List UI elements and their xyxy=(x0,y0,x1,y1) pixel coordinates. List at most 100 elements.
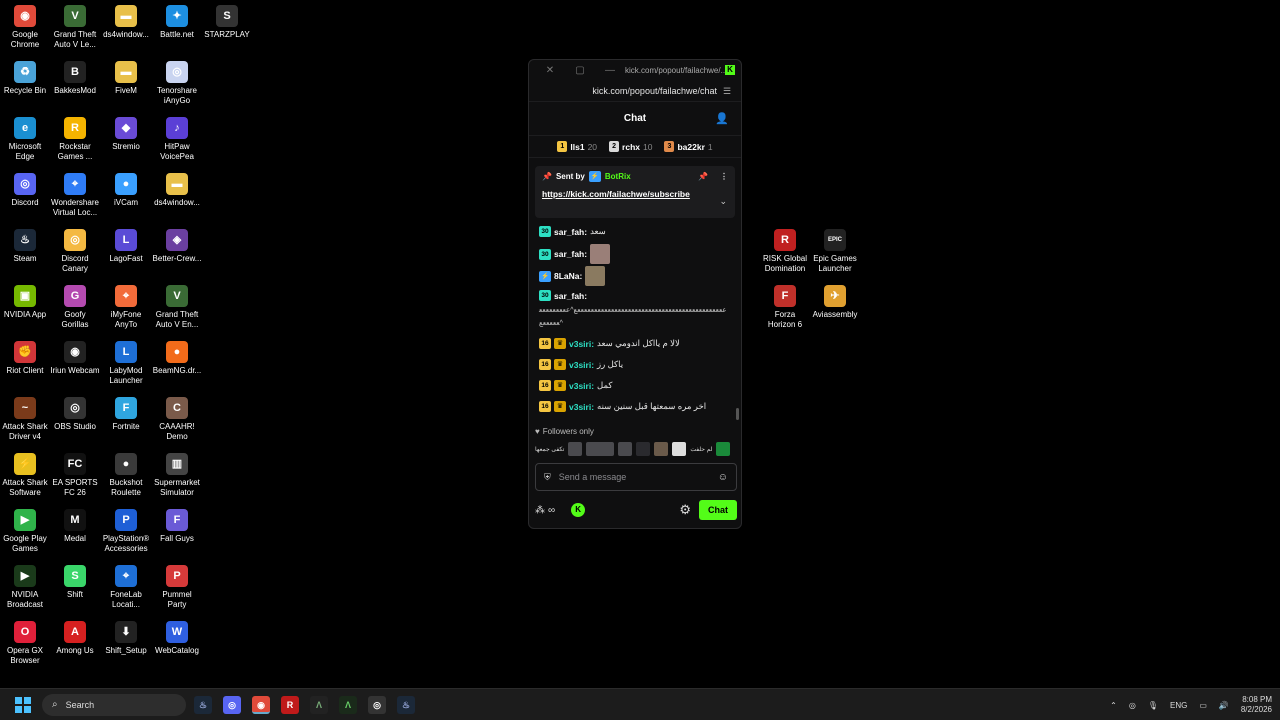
gear-icon[interactable]: ⚙ xyxy=(679,502,691,518)
nvidia-broadcast-icon[interactable]: Λ xyxy=(339,695,357,714)
username[interactable]: sar_fah: xyxy=(554,291,587,301)
desktop-icon[interactable]: S Shift xyxy=(50,565,100,600)
kick-extension-icon[interactable]: K xyxy=(571,503,586,517)
desktop-icon[interactable]: ⚡ Attack Shark Software xyxy=(0,453,50,498)
desktop-icon[interactable]: S STARZPLAY xyxy=(202,5,252,40)
pinned-sender[interactable]: BotRix xyxy=(605,172,631,181)
username[interactable]: v3siri: xyxy=(569,360,594,370)
steam-icon[interactable]: ♨ xyxy=(397,695,415,714)
desktop-icon[interactable]: F Fortnite xyxy=(101,397,151,432)
desktop-icon[interactable]: ✊ Riot Client xyxy=(0,341,50,376)
desktop-icon[interactable]: ✈ Aviassembly xyxy=(810,285,860,320)
chat-message[interactable]: 16 ♛ v3siri: لالا م يااكل اندومي سعد xyxy=(539,338,680,349)
emote-image[interactable] xyxy=(636,442,651,456)
desktop-icon[interactable]: ● Buckshot Roulette xyxy=(101,453,151,498)
desktop-icon[interactable]: ▬ ds4window... xyxy=(152,173,202,208)
desktop-icon[interactable]: F Fall Guys xyxy=(152,509,202,544)
desktop-icon[interactable]: ⌖ FoneLab Locati... xyxy=(101,565,151,610)
steam-icon[interactable]: ♨ xyxy=(194,695,212,714)
username[interactable]: 8LaNa: xyxy=(554,271,582,281)
desktop-icon[interactable]: R RISK Global Domination xyxy=(760,229,810,274)
desktop-icon[interactable]: ▬ FiveM xyxy=(101,61,151,96)
chat-message[interactable]: 30 sar_fah: سعد xyxy=(539,226,606,237)
leaderboard-entry[interactable]: 2 rchx 10 xyxy=(609,141,652,152)
desktop-icon[interactable]: P PlayStation® Accessories xyxy=(101,509,151,554)
desktop-icon[interactable]: ~ Attack Shark Driver v4 xyxy=(0,397,50,442)
emote-image[interactable] xyxy=(568,442,583,456)
desktop-icon[interactable]: ◎ OBS Studio xyxy=(50,397,100,432)
desktop-icon[interactable]: W WebCatalog xyxy=(152,621,202,656)
taskbar-search[interactable]: ⌕ Search xyxy=(42,693,186,716)
send-chat-button[interactable]: Chat xyxy=(699,500,737,520)
language-indicator[interactable]: ENG xyxy=(1170,701,1187,710)
desktop-icon[interactable]: ⌖ Wondershare Virtual Loc... xyxy=(50,173,100,218)
channel-points[interactable]: ⁂ ∞ xyxy=(535,505,555,516)
desktop-icon[interactable]: O Opera GX Browser xyxy=(0,621,50,666)
desktop-icon[interactable]: A Among Us xyxy=(50,621,100,656)
obs-icon[interactable]: ◎ xyxy=(368,695,386,714)
clock[interactable]: 8:08 PM 8/2/2026 xyxy=(1241,695,1272,715)
desktop-icon[interactable]: ◆ Stremio xyxy=(101,117,151,152)
desktop-icon[interactable]: ◎ Discord Canary xyxy=(50,229,100,274)
volume-icon[interactable]: 🔊 xyxy=(1219,701,1229,710)
desktop-icon[interactable]: ▥ Supermarket Simulator xyxy=(152,453,202,498)
desktop-icon[interactable]: ◎ Tenorshare iAnyGo xyxy=(152,61,202,106)
site-settings-icon[interactable]: ☰ xyxy=(723,86,735,96)
desktop-icon[interactable]: P Pummel Party xyxy=(152,565,202,610)
emote-text[interactable]: تكفى جمعها xyxy=(535,446,564,453)
desktop-icon[interactable]: ✦ Battle.net xyxy=(152,5,202,40)
risk-icon[interactable]: R xyxy=(281,695,299,714)
chat-message[interactable]: 16 ♛ v3siri: اخر مره سمعتها قبل سنين سنه xyxy=(539,401,706,412)
desktop-icon[interactable]: ▶ NVIDIA Broadcast xyxy=(0,565,50,610)
desktop-icon[interactable]: B BakkesMod xyxy=(50,61,100,96)
pinned-link[interactable]: https://kick.com/failachwe/subscribe xyxy=(542,188,710,200)
chat-message[interactable]: 16 ♛ v3siri: كمل xyxy=(539,380,612,391)
minimize-icon[interactable]: — xyxy=(595,65,625,76)
desktop-icon[interactable]: ● iVCam xyxy=(101,173,151,208)
microphone-icon[interactable]: 🎙 xyxy=(1148,701,1158,710)
desktop-icon[interactable]: G Goofy Gorillas xyxy=(50,285,100,330)
desktop-icon[interactable]: FC EA SPORTS FC 26 xyxy=(50,453,100,498)
users-icon[interactable]: 👤 xyxy=(715,112,729,125)
close-icon[interactable]: ✕ xyxy=(535,65,565,76)
desktop-icon[interactable]: R Rockstar Games ... xyxy=(50,117,100,162)
emote-image[interactable] xyxy=(654,442,669,456)
emote-image[interactable] xyxy=(716,442,731,456)
desktop-icon[interactable]: L LagoFast xyxy=(101,229,151,264)
desktop-icon[interactable]: V Grand Theft Auto V En... xyxy=(152,285,202,330)
leaderboard-entry[interactable]: 1 lls1 20 xyxy=(557,141,597,152)
emote-image[interactable] xyxy=(618,442,633,456)
desktop-icon[interactable]: ◎ Discord xyxy=(0,173,50,208)
chrome-icon[interactable]: ◉ xyxy=(252,695,270,714)
tray-app-icon[interactable]: ◎ xyxy=(1129,701,1136,710)
more-options-icon[interactable]: ⋮ xyxy=(720,172,728,181)
desktop-icon[interactable]: ◉ Iriun Webcam xyxy=(50,341,100,376)
desktop-icon[interactable]: L LabyMod Launcher xyxy=(101,341,151,386)
desktop-icon[interactable]: ♨ Steam xyxy=(0,229,50,264)
unpin-icon[interactable]: 📌 xyxy=(698,172,708,181)
desktop-icon[interactable]: ♻ Recycle Bin xyxy=(0,61,50,96)
url-text[interactable]: kick.com/popout/failachwe/chat xyxy=(592,86,717,96)
desktop-icon[interactable]: ◉ Google Chrome xyxy=(0,5,50,50)
desktop-icon[interactable]: ⬇ Shift_Setup xyxy=(101,621,151,656)
start-button[interactable] xyxy=(8,690,38,720)
desktop-icon[interactable]: F Forza Horizon 6 xyxy=(760,285,810,330)
emote-text[interactable]: لم حلفت xyxy=(690,446,712,453)
maximize-icon[interactable]: ▢ xyxy=(565,65,595,76)
leaderboard-entry[interactable]: 3 ba22kr 1 xyxy=(664,141,713,152)
desktop-icon[interactable]: V Grand Theft Auto V Le... xyxy=(50,5,100,50)
desktop-icon[interactable]: ◈ Better-Crew... xyxy=(152,229,202,264)
desktop-icon[interactable]: ▣ NVIDIA App xyxy=(0,285,50,320)
desktop-icon[interactable]: ▶ Google Play Games xyxy=(0,509,50,554)
chevron-down-icon[interactable]: ⌄ xyxy=(719,196,727,207)
chat-message[interactable]: 16 ♛ v3siri: ياكل رز xyxy=(539,359,623,370)
chat-scrollbar[interactable] xyxy=(736,408,739,420)
desktop-icon[interactable]: EPIC Epic Games Launcher xyxy=(810,229,860,274)
username[interactable]: sar_fah: xyxy=(554,227,587,237)
username[interactable]: v3siri: xyxy=(569,381,594,391)
desktop-icon[interactable]: C CAAAHR! Demo xyxy=(152,397,202,442)
desktop-icon[interactable]: ▬ ds4window... xyxy=(101,5,151,40)
username[interactable]: sar_fah: xyxy=(554,249,587,259)
desktop-icon[interactable]: M Medal xyxy=(50,509,100,544)
desktop-icon[interactable]: ♪ HitPaw VoicePea xyxy=(152,117,202,162)
